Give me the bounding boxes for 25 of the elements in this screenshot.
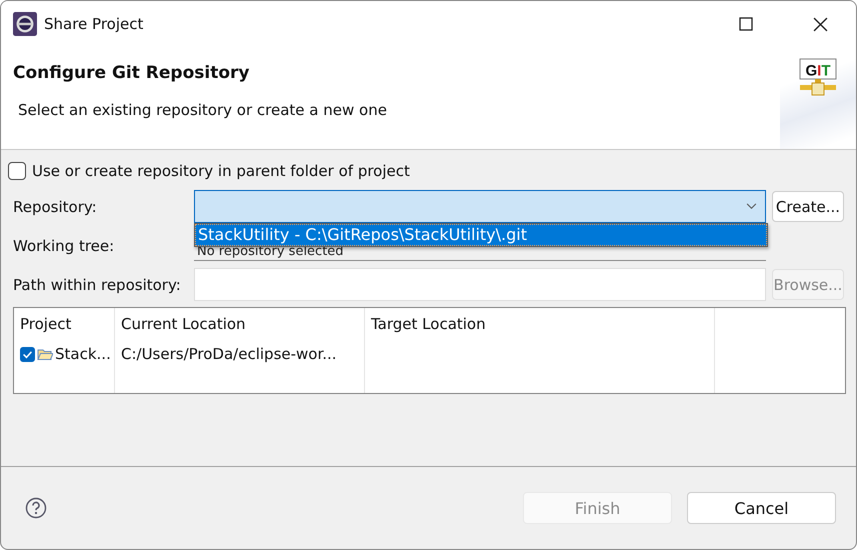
window-title: Share Project [44,15,144,33]
checkbox-label[interactable]: Use or create repository in parent folder of project [32,162,410,180]
dialog-button[interactable]: Cancel [687,492,836,524]
column-header[interactable]: Project [14,308,115,340]
maximize-icon[interactable] [739,17,753,31]
help-icon[interactable] [25,497,47,519]
page-title: Configure Git Repository [13,63,250,83]
eclipse-icon [13,12,37,36]
close-icon[interactable] [813,16,828,32]
row-checkbox[interactable] [20,346,35,362]
path-label: Path within repository: [13,276,182,294]
page-description: Select an existing repository or create a new one [17,101,388,119]
create-button[interactable]: Create... [772,191,844,222]
working-tree-label: Working tree: [13,236,116,254]
checkbox[interactable] [8,162,26,180]
table-cell: Stack... [55,345,111,363]
table-cell: C:/Users/ProDa/eclipse-wor... [121,345,337,363]
repository-label: Repository: [13,198,98,216]
chevron-down-icon [746,203,757,210]
dropdown-option[interactable]: StackUtility - C:\GitRepos\StackUtility\.git [195,224,767,246]
column-header[interactable]: Target Location [365,308,715,340]
path-field[interactable] [194,268,766,301]
repository-combo[interactable] [194,190,766,223]
folder-icon [37,348,53,360]
column-header[interactable]: Current Location [115,308,365,340]
